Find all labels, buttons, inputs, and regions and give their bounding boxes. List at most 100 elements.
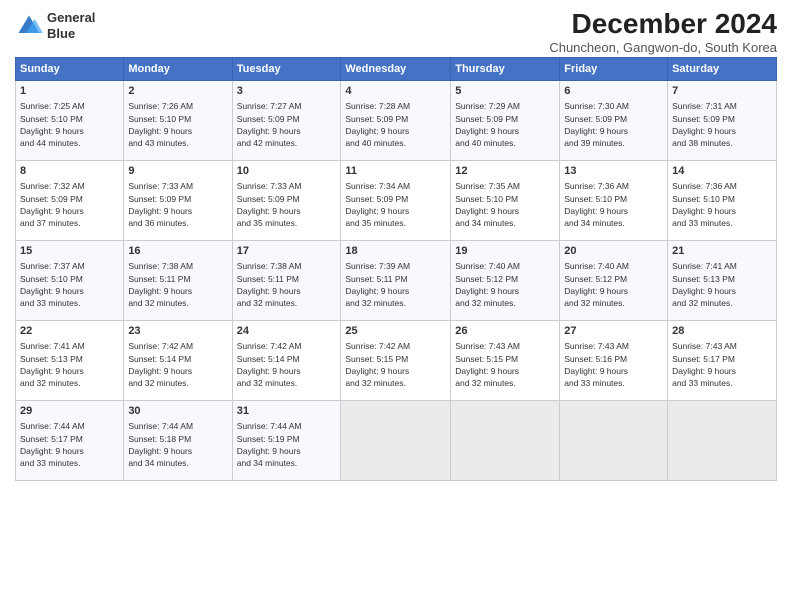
day-number: 24 [237,324,337,339]
day-info: Sunrise: 7:44 AM Sunset: 5:17 PM Dayligh… [20,420,119,469]
calendar-cell: 31Sunrise: 7:44 AM Sunset: 5:19 PM Dayli… [232,401,341,481]
day-info: Sunrise: 7:36 AM Sunset: 5:10 PM Dayligh… [672,180,772,229]
day-info: Sunrise: 7:38 AM Sunset: 5:11 PM Dayligh… [237,260,337,309]
calendar-cell: 4Sunrise: 7:28 AM Sunset: 5:09 PM Daylig… [341,81,451,161]
day-info: Sunrise: 7:27 AM Sunset: 5:09 PM Dayligh… [237,100,337,149]
day-number: 28 [672,324,772,339]
day-info: Sunrise: 7:40 AM Sunset: 5:12 PM Dayligh… [455,260,555,309]
calendar-cell: 22Sunrise: 7:41 AM Sunset: 5:13 PM Dayli… [16,321,124,401]
day-info: Sunrise: 7:31 AM Sunset: 5:09 PM Dayligh… [672,100,772,149]
calendar-cell: 9Sunrise: 7:33 AM Sunset: 5:09 PM Daylig… [124,161,232,241]
day-info: Sunrise: 7:44 AM Sunset: 5:19 PM Dayligh… [237,420,337,469]
col-header-friday: Friday [560,58,668,81]
calendar-table: SundayMondayTuesdayWednesdayThursdayFrid… [15,57,777,481]
day-number: 12 [455,164,555,179]
calendar-cell: 20Sunrise: 7:40 AM Sunset: 5:12 PM Dayli… [560,241,668,321]
calendar-cell: 24Sunrise: 7:42 AM Sunset: 5:14 PM Dayli… [232,321,341,401]
calendar-cell: 25Sunrise: 7:42 AM Sunset: 5:15 PM Dayli… [341,321,451,401]
calendar-cell: 23Sunrise: 7:42 AM Sunset: 5:14 PM Dayli… [124,321,232,401]
col-header-wednesday: Wednesday [341,58,451,81]
calendar-cell: 8Sunrise: 7:32 AM Sunset: 5:09 PM Daylig… [16,161,124,241]
col-header-tuesday: Tuesday [232,58,341,81]
day-number: 21 [672,244,772,259]
day-info: Sunrise: 7:42 AM Sunset: 5:14 PM Dayligh… [128,340,227,389]
calendar-cell: 2Sunrise: 7:26 AM Sunset: 5:10 PM Daylig… [124,81,232,161]
day-info: Sunrise: 7:43 AM Sunset: 5:15 PM Dayligh… [455,340,555,389]
day-number: 18 [345,244,446,259]
day-number: 22 [20,324,119,339]
location-subtitle: Chuncheon, Gangwon-do, South Korea [549,40,777,55]
calendar-cell: 11Sunrise: 7:34 AM Sunset: 5:09 PM Dayli… [341,161,451,241]
day-info: Sunrise: 7:26 AM Sunset: 5:10 PM Dayligh… [128,100,227,149]
calendar-cell: 7Sunrise: 7:31 AM Sunset: 5:09 PM Daylig… [668,81,777,161]
calendar-cell: 30Sunrise: 7:44 AM Sunset: 5:18 PM Dayli… [124,401,232,481]
calendar-cell [560,401,668,481]
day-number: 3 [237,84,337,99]
col-header-saturday: Saturday [668,58,777,81]
day-info: Sunrise: 7:35 AM Sunset: 5:10 PM Dayligh… [455,180,555,229]
day-info: Sunrise: 7:30 AM Sunset: 5:09 PM Dayligh… [564,100,663,149]
day-info: Sunrise: 7:28 AM Sunset: 5:09 PM Dayligh… [345,100,446,149]
day-info: Sunrise: 7:36 AM Sunset: 5:10 PM Dayligh… [564,180,663,229]
day-number: 6 [564,84,663,99]
day-info: Sunrise: 7:34 AM Sunset: 5:09 PM Dayligh… [345,180,446,229]
col-header-thursday: Thursday [451,58,560,81]
day-number: 9 [128,164,227,179]
day-info: Sunrise: 7:25 AM Sunset: 5:10 PM Dayligh… [20,100,119,149]
calendar-cell: 14Sunrise: 7:36 AM Sunset: 5:10 PM Dayli… [668,161,777,241]
day-number: 8 [20,164,119,179]
calendar-cell [668,401,777,481]
day-number: 2 [128,84,227,99]
day-number: 20 [564,244,663,259]
day-info: Sunrise: 7:37 AM Sunset: 5:10 PM Dayligh… [20,260,119,309]
calendar-cell: 5Sunrise: 7:29 AM Sunset: 5:09 PM Daylig… [451,81,560,161]
logo-text: General Blue [47,10,95,41]
calendar-cell: 13Sunrise: 7:36 AM Sunset: 5:10 PM Dayli… [560,161,668,241]
calendar-cell: 19Sunrise: 7:40 AM Sunset: 5:12 PM Dayli… [451,241,560,321]
calendar-cell: 15Sunrise: 7:37 AM Sunset: 5:10 PM Dayli… [16,241,124,321]
logo-icon [15,12,43,40]
col-header-sunday: Sunday [16,58,124,81]
day-info: Sunrise: 7:38 AM Sunset: 5:11 PM Dayligh… [128,260,227,309]
day-number: 25 [345,324,446,339]
day-info: Sunrise: 7:39 AM Sunset: 5:11 PM Dayligh… [345,260,446,309]
calendar-cell: 18Sunrise: 7:39 AM Sunset: 5:11 PM Dayli… [341,241,451,321]
day-number: 17 [237,244,337,259]
day-number: 7 [672,84,772,99]
day-number: 11 [345,164,446,179]
day-number: 14 [672,164,772,179]
calendar-cell: 3Sunrise: 7:27 AM Sunset: 5:09 PM Daylig… [232,81,341,161]
calendar-cell: 17Sunrise: 7:38 AM Sunset: 5:11 PM Dayli… [232,241,341,321]
calendar-cell: 16Sunrise: 7:38 AM Sunset: 5:11 PM Dayli… [124,241,232,321]
day-info: Sunrise: 7:41 AM Sunset: 5:13 PM Dayligh… [20,340,119,389]
calendar-cell: 21Sunrise: 7:41 AM Sunset: 5:13 PM Dayli… [668,241,777,321]
month-title: December 2024 [549,10,777,38]
day-number: 1 [20,84,119,99]
calendar-cell [341,401,451,481]
day-info: Sunrise: 7:43 AM Sunset: 5:16 PM Dayligh… [564,340,663,389]
title-block: December 2024 Chuncheon, Gangwon-do, Sou… [549,10,777,55]
calendar-cell: 10Sunrise: 7:33 AM Sunset: 5:09 PM Dayli… [232,161,341,241]
page-container: General Blue December 2024 Chuncheon, Ga… [0,0,792,491]
calendar-cell: 26Sunrise: 7:43 AM Sunset: 5:15 PM Dayli… [451,321,560,401]
day-info: Sunrise: 7:42 AM Sunset: 5:15 PM Dayligh… [345,340,446,389]
calendar-cell: 27Sunrise: 7:43 AM Sunset: 5:16 PM Dayli… [560,321,668,401]
day-number: 26 [455,324,555,339]
col-header-monday: Monday [124,58,232,81]
day-number: 31 [237,404,337,419]
day-info: Sunrise: 7:33 AM Sunset: 5:09 PM Dayligh… [128,180,227,229]
day-number: 27 [564,324,663,339]
day-number: 29 [20,404,119,419]
day-number: 30 [128,404,227,419]
day-info: Sunrise: 7:40 AM Sunset: 5:12 PM Dayligh… [564,260,663,309]
day-info: Sunrise: 7:44 AM Sunset: 5:18 PM Dayligh… [128,420,227,469]
day-number: 10 [237,164,337,179]
day-info: Sunrise: 7:43 AM Sunset: 5:17 PM Dayligh… [672,340,772,389]
day-number: 16 [128,244,227,259]
day-info: Sunrise: 7:42 AM Sunset: 5:14 PM Dayligh… [237,340,337,389]
day-number: 5 [455,84,555,99]
calendar-cell: 6Sunrise: 7:30 AM Sunset: 5:09 PM Daylig… [560,81,668,161]
header: General Blue December 2024 Chuncheon, Ga… [15,10,777,55]
day-number: 15 [20,244,119,259]
day-info: Sunrise: 7:41 AM Sunset: 5:13 PM Dayligh… [672,260,772,309]
